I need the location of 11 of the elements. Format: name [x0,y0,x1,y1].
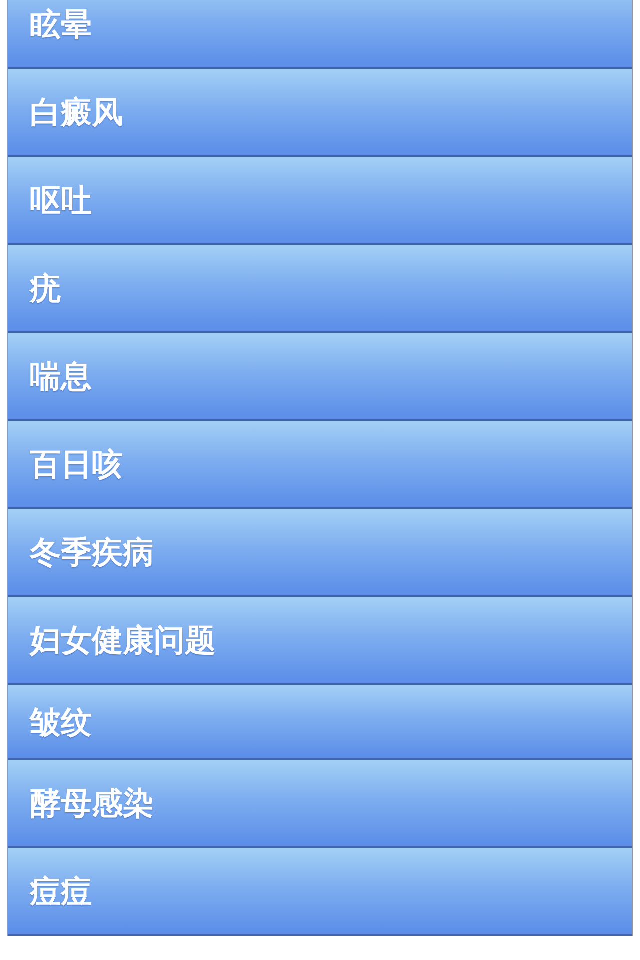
list-item[interactable]: 酵母感染 [8,760,632,848]
list-item[interactable]: 皱纹 [8,685,632,760]
list-item[interactable]: 痘痘 [8,848,632,936]
list-item[interactable]: 百日咳 [8,421,632,509]
list-item[interactable]: 白癜风 [8,69,632,157]
list-item[interactable]: 冬季疾病 [8,509,632,597]
list-item[interactable]: 呕吐 [8,157,632,245]
list-item[interactable]: 喘息 [8,333,632,421]
list-item[interactable]: 疣 [8,245,632,333]
list-item[interactable]: 妇女健康问题 [8,597,632,685]
list-item[interactable]: 眩晕 [8,0,632,69]
